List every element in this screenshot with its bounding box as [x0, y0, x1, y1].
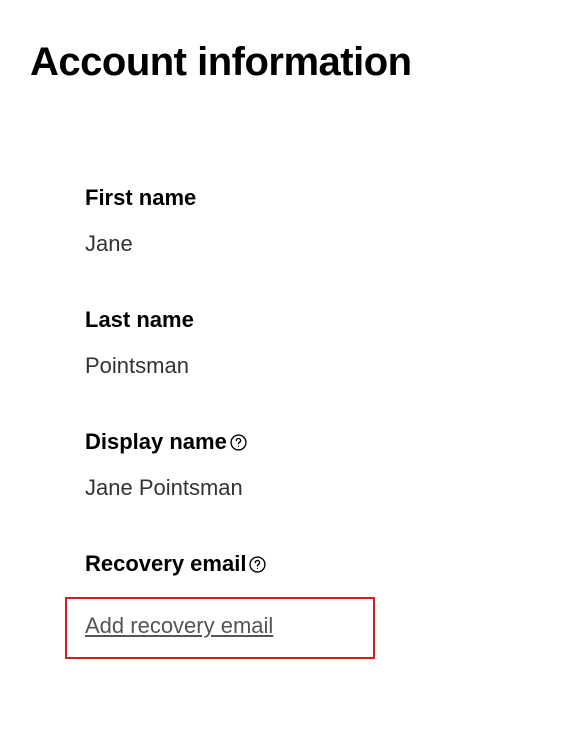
highlight-box: Add recovery email — [65, 597, 375, 659]
page-title: Account information — [30, 40, 555, 85]
help-icon[interactable] — [230, 434, 247, 451]
last-name-label: Last name — [85, 307, 555, 333]
last-name-field: Last name Pointsman — [85, 307, 555, 379]
account-fields: First name Jane Last name Pointsman Disp… — [30, 185, 555, 659]
recovery-email-label-text: Recovery email — [85, 551, 246, 577]
first-name-label: First name — [85, 185, 555, 211]
recovery-email-field: Recovery email Add recovery email — [85, 551, 555, 659]
first-name-field: First name Jane — [85, 185, 555, 257]
display-name-field: Display name Jane Pointsman — [85, 429, 555, 501]
display-name-label-text: Display name — [85, 429, 227, 455]
last-name-value: Pointsman — [85, 353, 555, 379]
display-name-label: Display name — [85, 429, 555, 455]
display-name-value: Jane Pointsman — [85, 475, 555, 501]
first-name-value: Jane — [85, 231, 555, 257]
help-icon[interactable] — [249, 556, 266, 573]
add-recovery-email-link[interactable]: Add recovery email — [85, 613, 273, 639]
recovery-email-label: Recovery email — [85, 551, 555, 577]
